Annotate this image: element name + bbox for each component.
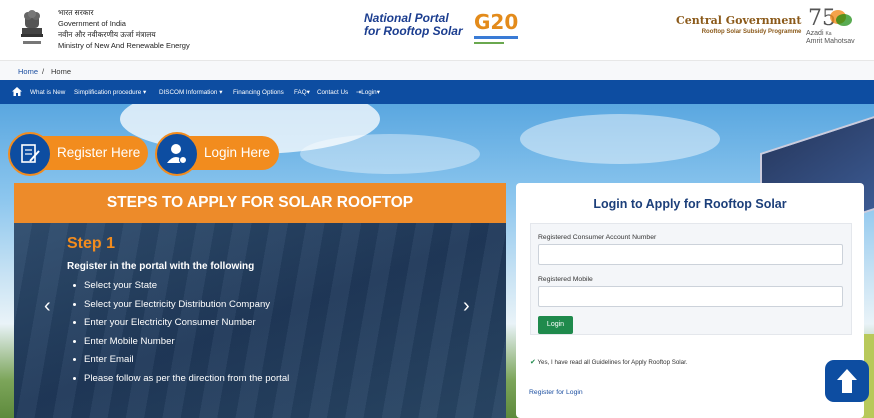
mobile-input[interactable] [538, 286, 843, 307]
login-here-button[interactable]: Login Here [155, 132, 279, 176]
login-form: Registered Consumer Account Number Regis… [530, 223, 852, 335]
site-header: भारत सरकार Government of India नवीन और न… [0, 0, 874, 60]
list-item: Enter your Electricity Consumer Number [72, 314, 289, 333]
list-item: Select your State [72, 277, 289, 296]
account-number-label: Registered Consumer Account Number [538, 234, 657, 241]
list-item: Please follow as per the direction from … [72, 370, 289, 389]
amrit-text-azadi: Azadi [806, 30, 824, 37]
checkmark-icon: ✔ [530, 359, 536, 366]
nav-item-login[interactable]: ⇥Login▾ [356, 89, 380, 96]
nav-item-simplification[interactable]: Simplification procedure ▾ [74, 89, 146, 96]
chevron-down-icon: ▾ [219, 89, 223, 96]
steps-slide: Step 1 Register in the portal with the f… [14, 223, 506, 418]
cloud-decoration [300, 134, 480, 174]
carousel-next-icon[interactable]: › [463, 295, 470, 318]
breadcrumb-home-link[interactable]: Home [18, 67, 38, 76]
nav-item-simplification-label: Simplification procedure [74, 89, 142, 96]
nav-item-faq[interactable]: FAQ▾ [294, 89, 310, 96]
mobile-label: Registered Mobile [538, 276, 593, 283]
user-icon [155, 132, 199, 176]
scroll-to-top-button[interactable] [825, 360, 869, 402]
breadcrumb: Home / Home [0, 60, 874, 81]
gov-text: Government of India [58, 19, 126, 28]
steps-heading: STEPS TO APPLY FOR SOLAR ROOFTOP [14, 183, 506, 223]
nav-item-whats-new[interactable]: What is New [30, 89, 65, 96]
login-button[interactable]: Login [538, 316, 573, 334]
agreement-check[interactable]: ✔ Yes, I have read all Guidelines for Ap… [530, 358, 688, 366]
central-gov-logo: Central Government Rooftop Solar Subsidy… [676, 14, 801, 35]
cloud-decoration [520, 114, 720, 164]
chevron-down-icon: ▾ [142, 89, 147, 96]
step-subtitle: Register in the portal with the followin… [67, 261, 255, 272]
hindi-gov-text: भारत सरकार [58, 8, 94, 17]
steps-list: Select your State Select your Electricit… [67, 277, 289, 388]
register-here-label: Register Here [57, 145, 141, 160]
arrow-up-icon [837, 369, 857, 393]
list-item: Select your Electricity Distribution Com… [72, 296, 289, 315]
nav-item-discom-label: DISCOM Information [159, 89, 218, 96]
list-item: Enter Mobile Number [72, 333, 289, 352]
nav-item-financing[interactable]: Financing Options [233, 89, 284, 96]
ministry-text: Ministry of New And Renewable Energy [58, 41, 190, 50]
national-emblem-icon [21, 10, 43, 44]
login-here-label: Login Here [204, 145, 271, 160]
main-navigation: What is New Simplification procedure ▾ D… [0, 80, 874, 104]
nav-item-login-label: Login [361, 89, 377, 96]
agreement-text: Yes, I have read all Guidelines for Appl… [537, 359, 688, 366]
chevron-down-icon: ▾ [306, 89, 310, 96]
breadcrumb-separator: / [42, 67, 45, 76]
hero-banner: Register Here Login Here STEPS TO APPLY … [0, 104, 874, 418]
home-icon[interactable] [12, 87, 22, 96]
central-gov-text: Central Government [676, 14, 802, 27]
g20-logo: G20 [474, 10, 518, 44]
step-title: Step 1 [67, 235, 116, 252]
nav-item-faq-label: FAQ [294, 89, 307, 96]
portal-title[interactable]: National Portal for Rooftop Solar [364, 12, 463, 38]
nav-item-discom[interactable]: DISCOM Information ▾ [159, 89, 222, 96]
list-item: Enter Email [72, 351, 289, 370]
register-icon [8, 132, 52, 176]
chevron-down-icon: ▾ [376, 89, 380, 96]
carousel-prev-icon[interactable]: ‹ [44, 295, 51, 318]
account-number-input[interactable] [538, 244, 843, 265]
steps-carousel: STEPS TO APPLY FOR SOLAR ROOFTOP Step 1 … [14, 183, 506, 418]
register-here-button[interactable]: Register Here [8, 132, 148, 176]
g20-logo-text: G20 [474, 10, 519, 34]
login-card-title: Login to Apply for Rooftop Solar [593, 197, 787, 211]
amrit-text-mahotsav: Amrit Mahotsav [806, 38, 855, 45]
hindi-ministry-text: नवीन और नवीकरणीय ऊर्जा मंत्रालय [58, 30, 156, 39]
nav-item-contact[interactable]: Contact Us [317, 89, 348, 96]
portal-title-line2: for Rooftop Solar [364, 24, 463, 38]
amrit-text-ka: Ka [825, 31, 832, 37]
login-card: Login to Apply for Rooftop Solar Registe… [516, 183, 864, 418]
breadcrumb-current: Home [51, 67, 72, 76]
programme-text: Rooftop Solar Subsidy Programme [701, 29, 802, 35]
amrit-mahotsav-logo: 75 Azadi Ka Amrit Mahotsav [806, 6, 855, 45]
register-for-login-link[interactable]: Register for Login [529, 389, 583, 396]
